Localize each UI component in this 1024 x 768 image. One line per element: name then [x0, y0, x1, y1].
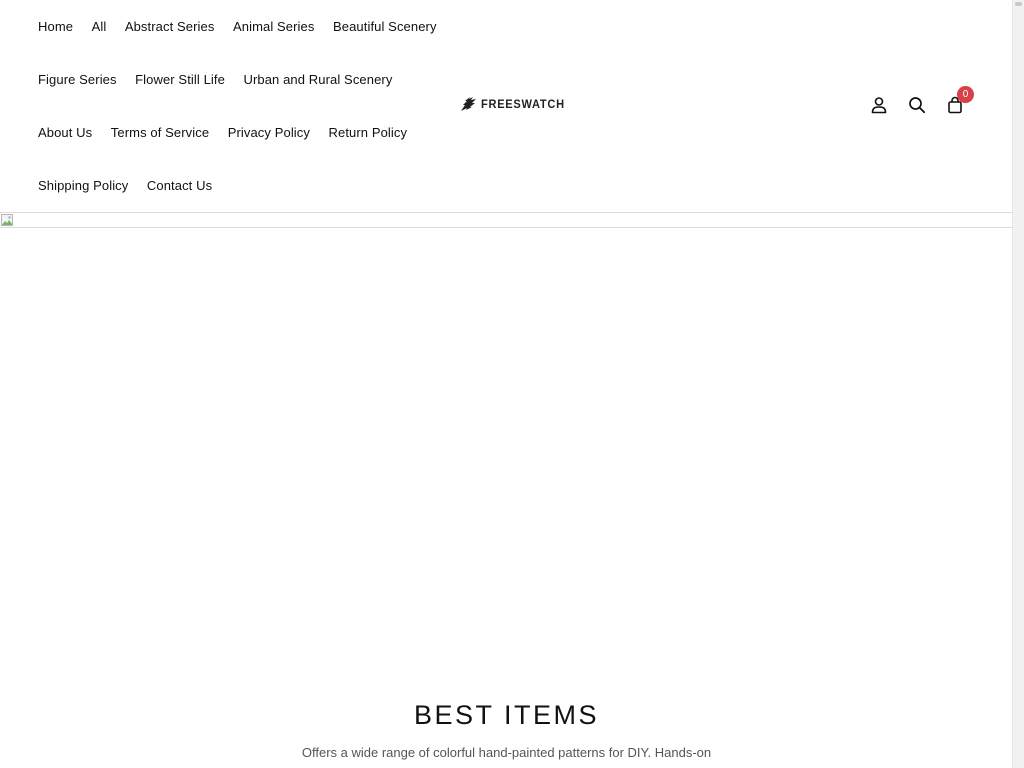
nav-link-urban-rural-scenery[interactable]: Urban and Rural Scenery [243, 72, 392, 87]
logo-text: FREESWATCH [481, 97, 565, 111]
nav-link-terms-of-service[interactable]: Terms of Service [111, 125, 209, 140]
user-icon [871, 97, 887, 114]
nav-link-beautiful-scenery[interactable]: Beautiful Scenery [333, 19, 437, 34]
section-title: BEST ITEMS [413, 700, 600, 730]
nav-row: Home All Abstract Series Animal Series B… [38, 0, 438, 53]
nav-link-abstract-series[interactable]: Abstract Series [125, 19, 215, 34]
nav-link-return-policy[interactable]: Return Policy [329, 125, 408, 140]
broken-image-icon [1, 214, 13, 226]
nav-row: About Us Terms of Service Privacy Policy… [38, 106, 438, 159]
best-items-section: BEST ITEMS Offers a wide range of colorf… [0, 700, 1013, 760]
cart-count-badge: 0 [957, 86, 974, 103]
nav-link-privacy-policy[interactable]: Privacy Policy [228, 125, 310, 140]
nav-link-shipping-policy[interactable]: Shipping Policy [38, 178, 128, 193]
account-button[interactable] [868, 94, 890, 116]
nav-link-flower-still-life[interactable]: Flower Still Life [135, 72, 225, 87]
search-button[interactable] [906, 94, 928, 116]
nav-link-figure-series[interactable]: Figure Series [38, 72, 117, 87]
header-actions: 0 [868, 86, 982, 116]
brush-stroke-icon [461, 97, 476, 111]
section-description: Offers a wide range of colorful hand-pai… [301, 745, 712, 760]
site-logo[interactable]: FREESWATCH [460, 96, 572, 112]
nav-link-contact-us[interactable]: Contact Us [147, 178, 212, 193]
hero-banner [0, 213, 1013, 228]
nav-link-about-us[interactable]: About Us [38, 125, 92, 140]
cart-button[interactable]: 0 [944, 86, 974, 116]
page: Home All Abstract Series Animal Series B… [0, 0, 1013, 768]
nav-link-home[interactable]: Home [38, 19, 73, 34]
vertical-scrollbar[interactable] [1012, 0, 1024, 768]
nav-row: Shipping Policy Contact Us [38, 159, 438, 212]
nav-link-all[interactable]: All [92, 19, 107, 34]
site-header: Home All Abstract Series Animal Series B… [0, 0, 1013, 213]
nav-link-animal-series[interactable]: Animal Series [233, 19, 315, 34]
main-navigation: Home All Abstract Series Animal Series B… [38, 0, 438, 212]
nav-row: Figure Series Flower Still Life Urban an… [38, 53, 438, 106]
search-icon [909, 97, 926, 114]
scrollbar-thumb[interactable] [1015, 2, 1022, 6]
